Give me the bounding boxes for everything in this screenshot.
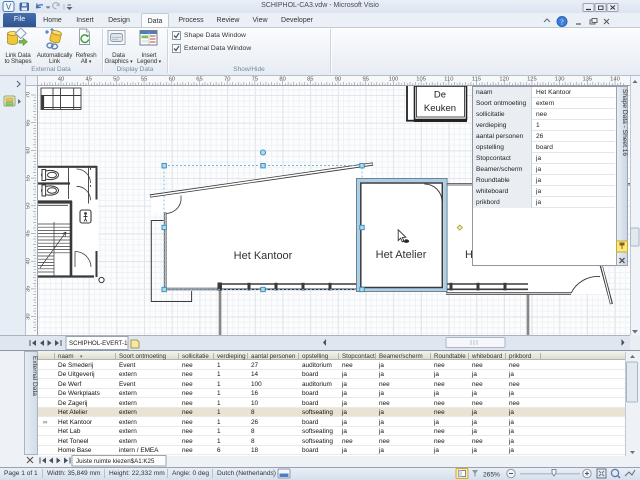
svg-text:50: 50 [113, 77, 119, 83]
svg-text:30: 30 [26, 313, 32, 319]
svg-text:Keuken: Keuken [424, 103, 456, 114]
svg-text:Juiste ruimte kiezen$A1:K25: Juiste ruimte kiezen$A1:K25 [76, 458, 155, 465]
svg-text:120: 120 [499, 77, 509, 83]
svg-text:60: 60 [26, 147, 32, 153]
svg-text:55: 55 [141, 77, 147, 83]
svg-text:140: 140 [610, 77, 620, 83]
svg-text:95: 95 [362, 77, 368, 83]
svg-text:265%: 265% [483, 472, 500, 479]
svg-text:100: 100 [389, 77, 399, 83]
svg-text:35: 35 [26, 286, 32, 292]
svg-text:135: 135 [582, 77, 592, 83]
svg-text:40: 40 [26, 258, 32, 264]
svg-text:90: 90 [335, 77, 341, 83]
svg-text:70: 70 [224, 77, 230, 83]
svg-text:65: 65 [196, 77, 202, 83]
svg-text:130: 130 [555, 77, 565, 83]
svg-text:65: 65 [26, 119, 32, 125]
svg-text:115: 115 [472, 77, 481, 83]
svg-text:110: 110 [444, 77, 453, 83]
svg-text:125: 125 [527, 77, 537, 83]
svg-text:75: 75 [252, 77, 258, 83]
svg-text:V: V [6, 3, 12, 12]
svg-text:60: 60 [169, 77, 175, 83]
svg-text:De: De [434, 90, 446, 101]
svg-text:Het Kantoor: Het Kantoor [234, 250, 293, 262]
svg-text:50: 50 [26, 203, 32, 209]
svg-text:45: 45 [26, 230, 32, 236]
svg-text:85: 85 [307, 77, 313, 83]
svg-text:80: 80 [279, 77, 285, 83]
svg-text:40: 40 [58, 77, 64, 83]
svg-text:105: 105 [416, 77, 426, 83]
svg-text:70: 70 [26, 92, 32, 98]
svg-text:SCHIPHOL-EVERT-1: SCHIPHOL-EVERT-1 [69, 340, 128, 347]
svg-text:55: 55 [26, 175, 32, 181]
svg-text:45: 45 [85, 77, 91, 83]
svg-text:Het Atelier: Het Atelier [376, 249, 427, 261]
